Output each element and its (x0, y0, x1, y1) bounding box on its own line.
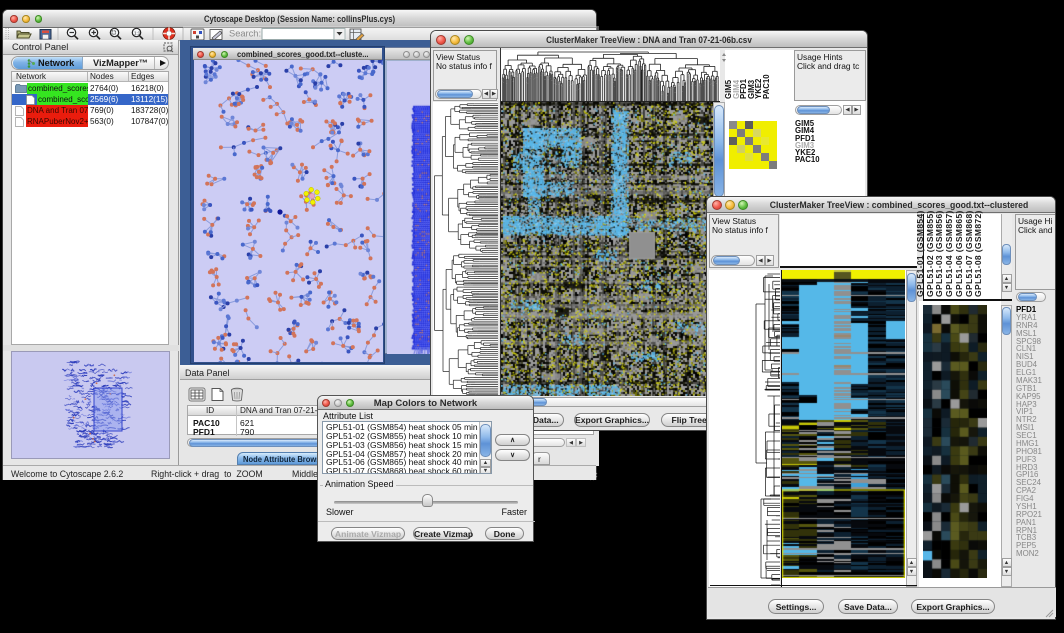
svg-text:1:1: 1:1 (134, 31, 141, 36)
svg-text:Search:: Search: (229, 29, 261, 39)
